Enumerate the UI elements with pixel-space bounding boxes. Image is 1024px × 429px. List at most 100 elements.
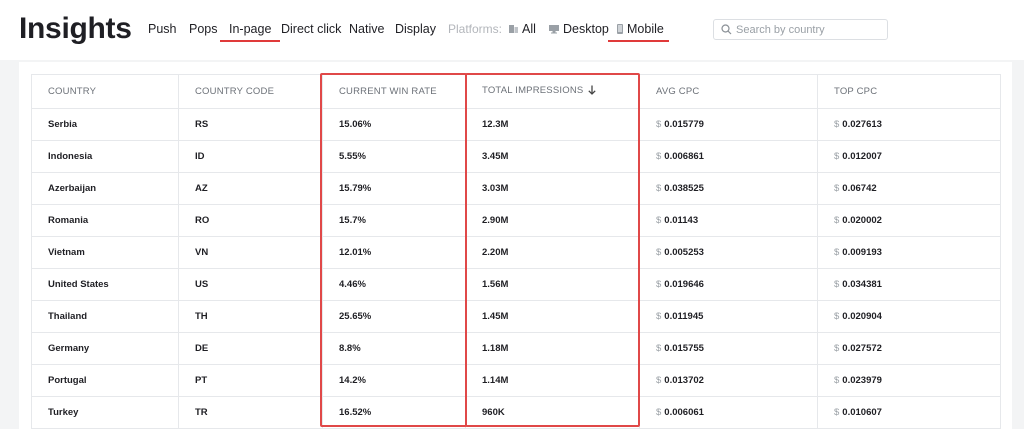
table-row[interactable]: Thailand TH 25.65% 1.45M $0.011945 $0.020904 bbox=[31, 300, 1001, 333]
platform-all[interactable]: All bbox=[509, 22, 536, 37]
tab-pops[interactable]: Pops bbox=[189, 22, 218, 36]
cell-top-cpc-value: 0.010607 bbox=[842, 407, 882, 418]
cell-top-cpc-value: 0.034381 bbox=[842, 279, 882, 290]
table-row[interactable]: Vietnam VN 12.01% 2.20M $0.005253 $0.009193 bbox=[31, 236, 1001, 269]
currency-symbol: $ bbox=[656, 247, 662, 258]
cell-avg-cpc-value: 0.019646 bbox=[664, 279, 704, 290]
page-title: Insights bbox=[19, 12, 132, 45]
column-header-avg-cpc[interactable]: AVG CPC bbox=[639, 74, 818, 109]
cell-avg-cpc: $0.011945 bbox=[639, 300, 818, 333]
cell-win-rate: 25.65% bbox=[322, 300, 466, 333]
table-row[interactable]: Turkey TR 16.52% 960K $0.006061 $0.010607 bbox=[31, 396, 1001, 429]
cell-top-cpc-value: 0.020002 bbox=[842, 215, 882, 226]
cell-top-cpc-value: 0.027572 bbox=[842, 343, 882, 354]
cell-top-cpc: $0.020904 bbox=[817, 300, 1001, 333]
table-row[interactable]: Indonesia ID 5.55% 3.45M $0.006861 $0.012007 bbox=[31, 140, 1001, 173]
currency-symbol: $ bbox=[834, 119, 840, 130]
cell-country: Serbia bbox=[31, 108, 179, 141]
cell-top-cpc: $0.012007 bbox=[817, 140, 1001, 173]
column-header-impressions[interactable]: TOTAL IMPRESSIONS bbox=[465, 74, 640, 109]
tab-native[interactable]: Native bbox=[349, 22, 384, 36]
country-search bbox=[713, 19, 888, 40]
cell-avg-cpc: $0.005253 bbox=[639, 236, 818, 269]
currency-symbol: $ bbox=[834, 215, 840, 226]
table-row[interactable]: Portugal PT 14.2% 1.14M $0.013702 $0.023979 bbox=[31, 364, 1001, 397]
platform-desktop-label: Desktop bbox=[563, 22, 609, 36]
cell-avg-cpc: $0.006861 bbox=[639, 140, 818, 173]
currency-symbol: $ bbox=[834, 407, 840, 418]
platform-mobile[interactable]: Mobile bbox=[608, 22, 669, 42]
cell-top-cpc: $0.020002 bbox=[817, 204, 1001, 237]
currency-symbol: $ bbox=[834, 311, 840, 322]
cell-avg-cpc: $0.015755 bbox=[639, 332, 818, 365]
currency-symbol: $ bbox=[656, 311, 662, 322]
currency-symbol: $ bbox=[834, 183, 840, 194]
cell-impressions: 960K bbox=[465, 396, 640, 429]
cell-avg-cpc: $0.019646 bbox=[639, 268, 818, 301]
cell-top-cpc: $0.034381 bbox=[817, 268, 1001, 301]
platforms-label: Platforms: bbox=[448, 22, 503, 36]
cell-country: Turkey bbox=[31, 396, 179, 429]
cell-win-rate: 16.52% bbox=[322, 396, 466, 429]
platform-desktop[interactable]: Desktop bbox=[549, 22, 609, 37]
tab-display[interactable]: Display bbox=[395, 22, 436, 36]
search-icon bbox=[721, 24, 732, 35]
tab-direct-click[interactable]: Direct click bbox=[281, 22, 341, 36]
cell-country: Germany bbox=[31, 332, 179, 365]
table-row[interactable]: Germany DE 8.8% 1.18M $0.015755 $0.027572 bbox=[31, 332, 1001, 365]
currency-symbol: $ bbox=[656, 215, 662, 226]
currency-symbol: $ bbox=[656, 343, 662, 354]
currency-symbol: $ bbox=[656, 375, 662, 386]
cell-avg-cpc-value: 0.013702 bbox=[664, 375, 704, 386]
cell-win-rate: 15.79% bbox=[322, 172, 466, 205]
cell-win-rate: 4.46% bbox=[322, 268, 466, 301]
table-row[interactable]: United States US 4.46% 1.56M $0.019646 $0.034… bbox=[31, 268, 1001, 301]
cell-avg-cpc: $0.013702 bbox=[639, 364, 818, 397]
cell-impressions: 2.90M bbox=[465, 204, 640, 237]
currency-symbol: $ bbox=[834, 247, 840, 258]
cell-win-rate: 8.8% bbox=[322, 332, 466, 365]
cell-avg-cpc-value: 0.006061 bbox=[664, 407, 704, 418]
table-header-row: COUNTRY COUNTRY CODE CURRENT WIN RATE TO… bbox=[31, 74, 1001, 109]
cell-country-code: US bbox=[178, 268, 323, 301]
desktop-icon bbox=[549, 23, 559, 37]
table-row[interactable]: Romania RO 15.7% 2.90M $0.01143 $0.020002 bbox=[31, 204, 1001, 237]
cell-country-code: VN bbox=[178, 236, 323, 269]
cell-impressions: 2.20M bbox=[465, 236, 640, 269]
cell-avg-cpc-value: 0.011945 bbox=[664, 311, 704, 322]
column-header-country-code[interactable]: COUNTRY CODE bbox=[178, 74, 323, 109]
cell-country-code: ID bbox=[178, 140, 323, 173]
table-row[interactable]: Azerbaijan AZ 15.79% 3.03M $0.038525 $0.06742 bbox=[31, 172, 1001, 205]
cell-impressions: 1.45M bbox=[465, 300, 640, 333]
cell-avg-cpc-value: 0.005253 bbox=[664, 247, 704, 258]
cell-top-cpc: $0.06742 bbox=[817, 172, 1001, 205]
cell-top-cpc-value: 0.06742 bbox=[842, 183, 877, 194]
cell-top-cpc: $0.010607 bbox=[817, 396, 1001, 429]
cell-win-rate: 14.2% bbox=[322, 364, 466, 397]
cell-avg-cpc: $0.015779 bbox=[639, 108, 818, 141]
currency-symbol: $ bbox=[656, 279, 662, 290]
cell-country-code: TR bbox=[178, 396, 323, 429]
cell-country-code: PT bbox=[178, 364, 323, 397]
page-header: Insights Push Pops In-page Direct click … bbox=[0, 0, 1024, 60]
tab-in-page[interactable]: In-page bbox=[219, 22, 281, 42]
cell-avg-cpc-value: 0.015755 bbox=[664, 343, 704, 354]
currency-symbol: $ bbox=[656, 183, 662, 194]
currency-symbol: $ bbox=[834, 279, 840, 290]
table-row[interactable]: Serbia RS 15.06% 12.3M $0.015779 $0.027613 bbox=[31, 108, 1001, 141]
column-header-win-rate[interactable]: CURRENT WIN RATE bbox=[322, 74, 466, 109]
search-input[interactable] bbox=[736, 21, 884, 38]
cell-country: Thailand bbox=[31, 300, 179, 333]
column-header-country[interactable]: COUNTRY bbox=[31, 74, 179, 109]
cell-country: United States bbox=[31, 268, 179, 301]
currency-symbol: $ bbox=[656, 119, 662, 130]
cell-top-cpc-value: 0.023979 bbox=[842, 375, 882, 386]
tab-push[interactable]: Push bbox=[148, 22, 177, 36]
cell-country-code: RO bbox=[178, 204, 323, 237]
column-header-impressions-label: TOTAL IMPRESSIONS bbox=[482, 85, 584, 96]
cell-country: Romania bbox=[31, 204, 179, 237]
cell-avg-cpc: $0.006061 bbox=[639, 396, 818, 429]
cell-avg-cpc-value: 0.006861 bbox=[664, 151, 704, 162]
column-header-top-cpc[interactable]: TOP CPC bbox=[817, 74, 1001, 109]
cell-win-rate: 12.01% bbox=[322, 236, 466, 269]
